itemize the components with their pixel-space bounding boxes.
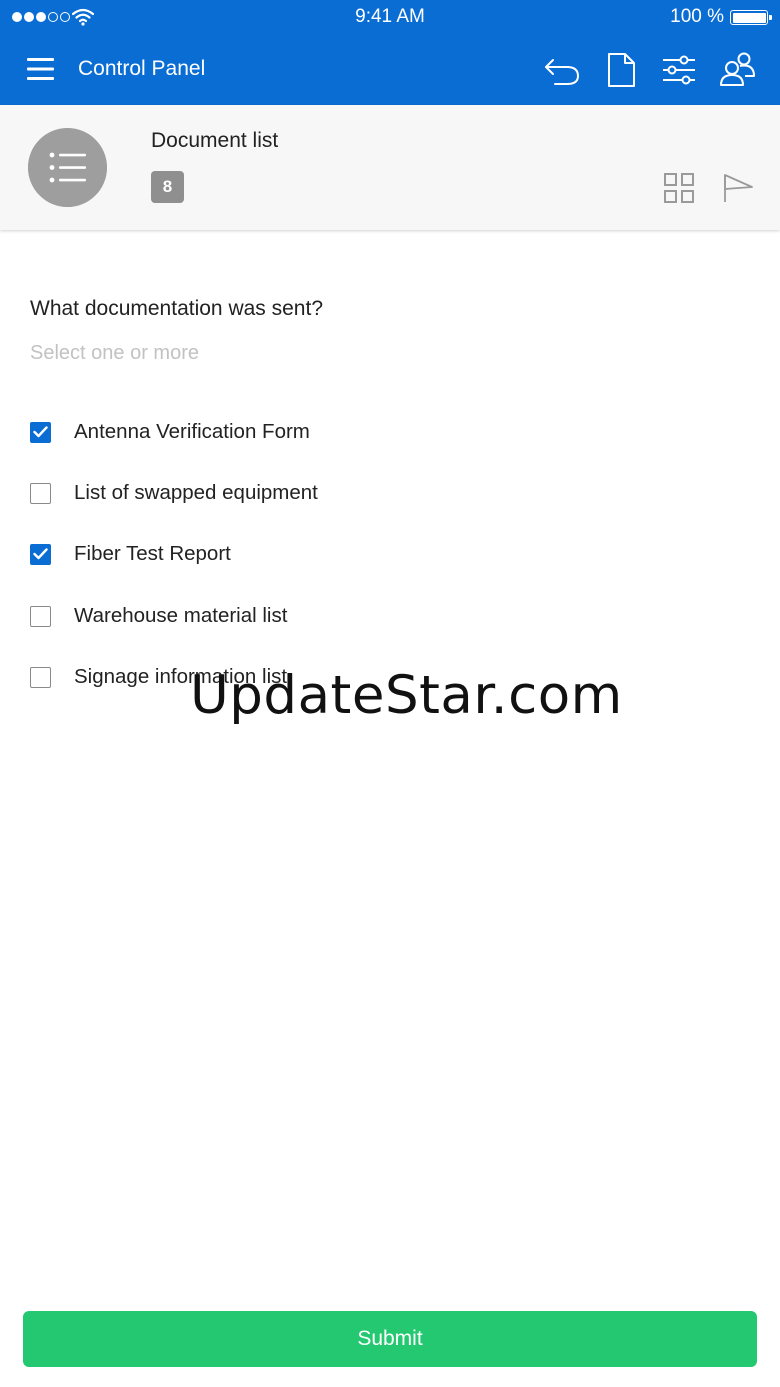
users-icon[interactable] xyxy=(718,51,756,89)
flag-icon[interactable] xyxy=(721,173,755,203)
nav-bar: Control Panel xyxy=(0,34,780,105)
battery-percentage: 100 % xyxy=(670,6,724,27)
submit-button[interactable]: Submit xyxy=(23,1311,757,1367)
option-antenna-verification-form[interactable]: Antenna Verification Form xyxy=(30,417,310,447)
checkbox-unchecked[interactable] xyxy=(30,482,51,504)
grid-icon[interactable] xyxy=(662,171,696,205)
option-label: Fiber Test Report xyxy=(74,542,231,565)
checkbox-checked[interactable] xyxy=(30,421,51,443)
checkbox-unchecked[interactable] xyxy=(30,666,51,688)
battery-icon xyxy=(730,10,772,25)
menu-icon[interactable] xyxy=(26,56,56,82)
helper-text: Select one or more xyxy=(30,342,199,364)
app-title: Control Panel xyxy=(78,57,206,80)
option-warehouse-material-list[interactable]: Warehouse material list xyxy=(30,601,287,631)
status-time: 9:41 AM xyxy=(355,6,425,27)
status-bar: 9:41 AM 100 % xyxy=(0,0,780,34)
document-header: Document list 8 xyxy=(0,105,780,230)
document-icon[interactable] xyxy=(602,51,640,89)
option-label: Warehouse material list xyxy=(74,604,288,627)
sliders-icon[interactable] xyxy=(660,51,698,89)
list-icon xyxy=(28,128,107,207)
watermark: UpdateStar.com xyxy=(190,665,623,726)
checkbox-unchecked[interactable] xyxy=(30,605,51,627)
checkbox-checked[interactable] xyxy=(30,543,51,565)
option-label: Antenna Verification Form xyxy=(74,420,310,443)
option-fiber-test-report[interactable]: Fiber Test Report xyxy=(30,539,231,569)
app-header: 9:41 AM 100 % Control Panel xyxy=(0,0,780,105)
document-count-badge: 8 xyxy=(151,171,184,203)
option-list-of-swapped-equipment[interactable]: List of swapped equipment xyxy=(30,478,318,508)
document-title: Document list xyxy=(151,129,279,152)
question-label: What documentation was sent? xyxy=(30,297,323,320)
undo-icon[interactable] xyxy=(543,51,581,89)
option-label: List of swapped equipment xyxy=(74,481,318,504)
